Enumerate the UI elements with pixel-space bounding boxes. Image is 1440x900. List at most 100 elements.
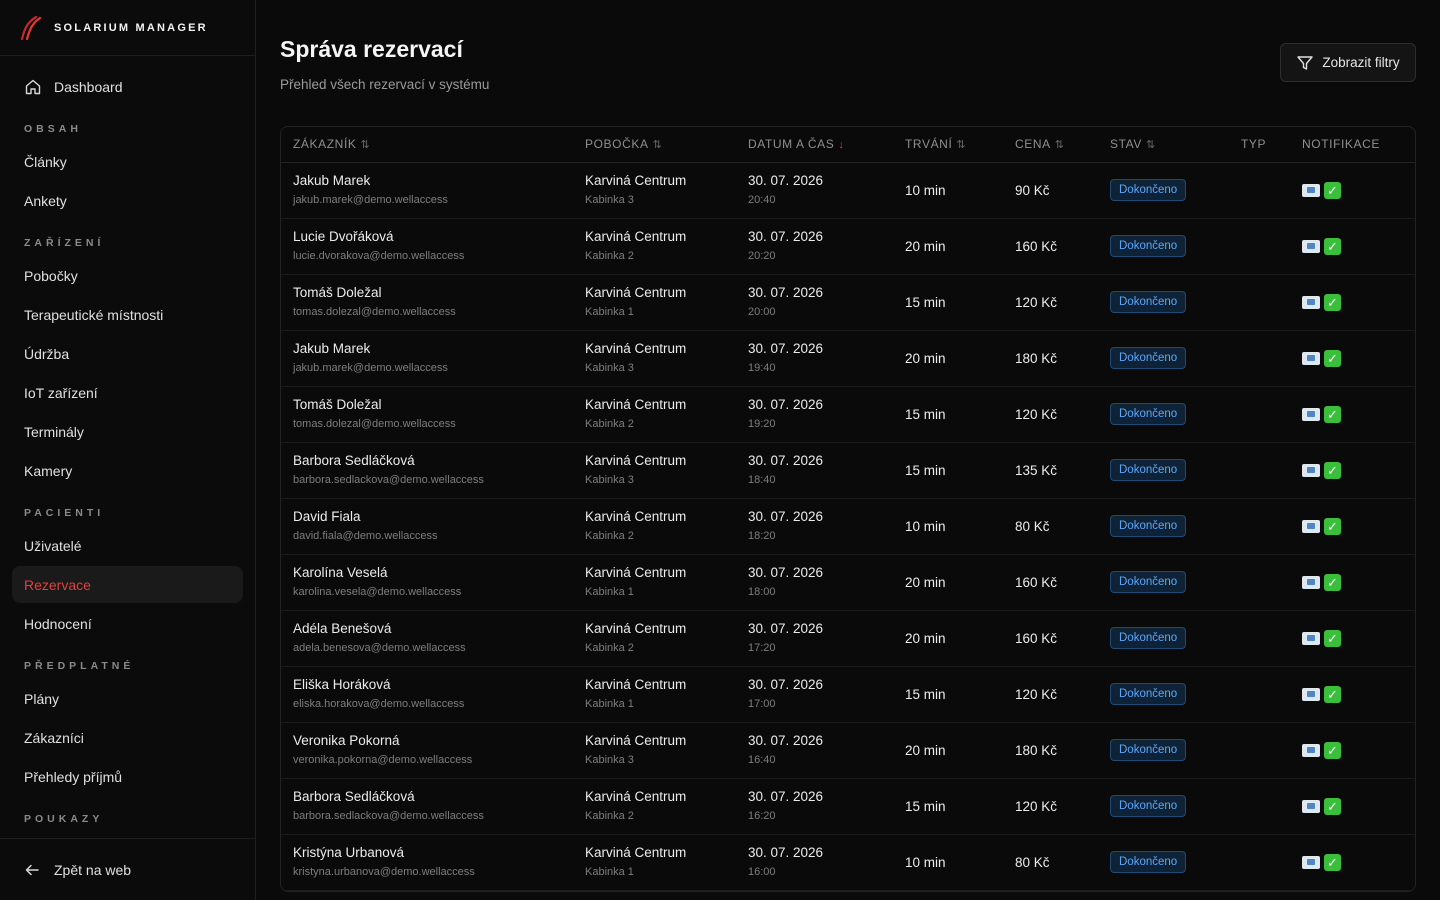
table-row[interactable]: Barbora Sedláčková barbora.sedlackova@dem… xyxy=(281,442,1415,498)
customer-email: tomas.dolezal@demo.wellaccess xyxy=(293,418,456,430)
customer-name: Karolína Veselá xyxy=(293,565,388,580)
price-cell: 80 Kč xyxy=(1015,854,1050,870)
customer-cell: Jakub Marek jakub.marek@demo.wellaccess xyxy=(281,162,573,218)
column-header[interactable]: TRVÁNÍ ⇅ xyxy=(893,127,1003,163)
datetime-cell: 30. 07. 2026 16:00 xyxy=(736,834,893,890)
table-row[interactable]: Jakub Marek jakub.marek@demo.wellaccess Ka… xyxy=(281,162,1415,218)
sidebar-item-prehledy-prijmu[interactable]: Přehledy příjmů xyxy=(12,758,243,795)
reservation-date: 30. 07. 2026 xyxy=(748,173,824,188)
sidebar-item-terminaly[interactable]: Terminály xyxy=(12,413,243,450)
column-header[interactable]: ZÁKAZNÍK ⇅ xyxy=(281,127,573,163)
table-row[interactable]: Karolína Veselá karolina.vesela@demo.well… xyxy=(281,554,1415,610)
table-body: Jakub Marek jakub.marek@demo.wellaccess Ka… xyxy=(281,162,1415,890)
reservation-time: 19:20 xyxy=(748,418,776,430)
sidebar-item-terapeuticke-mistnosti[interactable]: Terapeutické místnosti xyxy=(12,296,243,333)
table-row[interactable]: Eliška Horáková eliska.horakova@demo.well… xyxy=(281,666,1415,722)
price-cell: 80 Kč xyxy=(1015,518,1050,534)
email-notification-icon xyxy=(1302,407,1320,421)
check-mark-icon: ✓ xyxy=(1324,405,1341,423)
status-cell: Dokončeno xyxy=(1098,330,1229,386)
status-cell: Dokončeno xyxy=(1098,498,1229,554)
customer-cell: Adéla Benešová adela.benesova@demo.wellac… xyxy=(281,610,573,666)
table-row[interactable]: Barbora Sedláčková barbora.sedlackova@dem… xyxy=(281,778,1415,834)
column-header-label: ZÁKAZNÍK xyxy=(293,137,357,152)
sidebar-section-title: POUKAZY xyxy=(24,813,104,825)
show-filters-button[interactable]: Zobrazit filtry xyxy=(1280,43,1416,82)
sidebar-item-plany[interactable]: Plány xyxy=(12,680,243,717)
column-header[interactable]: STAV ⇅ xyxy=(1098,127,1229,163)
reservation-date: 30. 07. 2026 xyxy=(748,397,824,412)
table-row[interactable]: Kristýna Urbanová kristyna.urbanova@demo.… xyxy=(281,834,1415,890)
email-notification-icon xyxy=(1302,687,1320,701)
table-row[interactable]: Tomáš Doležal tomas.dolezal@demo.wellacce… xyxy=(281,274,1415,330)
email-notification-icon xyxy=(1302,463,1320,477)
check-mark-icon: ✓ xyxy=(1324,237,1341,255)
branch-name: Karviná Centrum xyxy=(585,173,687,188)
sidebar-item-pobocky[interactable]: Pobočky xyxy=(12,257,243,294)
reservation-date: 30. 07. 2026 xyxy=(748,509,824,524)
sidebar-item-hodnoceni[interactable]: Hodnocení xyxy=(12,605,243,642)
back-to-web-link[interactable]: Zpět na web xyxy=(0,838,255,900)
customer-email: barbora.sedlackova@demo.wellaccess xyxy=(293,474,484,486)
sort-desc-icon: ↓ xyxy=(838,139,845,152)
check-mark-icon: ✓ xyxy=(1324,517,1341,535)
customer-name: Barbora Sedláčková xyxy=(293,789,415,804)
sidebar-item-label: Zákazníci xyxy=(24,729,84,746)
notification-icons: ✓ xyxy=(1302,685,1415,703)
table-row[interactable]: David Fiala david.fiala@demo.wellaccess Ka… xyxy=(281,498,1415,554)
notification-cell: ✓ xyxy=(1290,498,1415,554)
status-badge: Dokončeno xyxy=(1110,571,1187,593)
sidebar-item-rezervace[interactable]: Rezervace xyxy=(12,566,243,603)
brand[interactable]: SOLARIUM MANAGER xyxy=(0,0,255,56)
reservation-time: 17:20 xyxy=(748,642,776,654)
sidebar-item-label: Terapeutické místnosti xyxy=(24,306,164,323)
column-header[interactable]: DATUM A ČAS ↓ xyxy=(736,127,893,163)
email-notification-icon xyxy=(1302,575,1320,589)
show-filters-label: Zobrazit filtry xyxy=(1322,55,1400,70)
back-to-web-label: Zpět na web xyxy=(54,861,132,878)
table-row[interactable]: Adéla Benešová adela.benesova@demo.wellac… xyxy=(281,610,1415,666)
cabin-name: Kabinka 1 xyxy=(585,698,634,710)
status-badge: Dokončeno xyxy=(1110,291,1187,313)
sidebar-item-zakaznici[interactable]: Zákazníci xyxy=(12,719,243,756)
cabin-name: Kabinka 1 xyxy=(585,306,634,318)
customer-email: jakub.marek@demo.wellaccess xyxy=(293,194,448,206)
column-header[interactable]: POBOČKA ⇅ xyxy=(573,127,736,163)
duration-cell: 20 min xyxy=(905,350,946,366)
status-cell: Dokončeno xyxy=(1098,442,1229,498)
duration-cell: 15 min xyxy=(905,406,946,422)
notification-icons: ✓ xyxy=(1302,237,1415,255)
check-mark-icon: ✓ xyxy=(1324,573,1341,591)
table-row[interactable]: Lucie Dvořáková lucie.dvorakova@demo.well… xyxy=(281,218,1415,274)
duration-cell: 10 min xyxy=(905,518,946,534)
status-cell: Dokončeno xyxy=(1098,666,1229,722)
sidebar-item-iot-zarizeni[interactable]: IoT zařízení xyxy=(12,374,243,411)
table-row[interactable]: Tomáš Doležal tomas.dolezal@demo.wellacce… xyxy=(281,386,1415,442)
status-badge: Dokončeno xyxy=(1110,179,1187,201)
status-cell: Dokončeno xyxy=(1098,778,1229,834)
sort-icon: ⇅ xyxy=(652,139,663,152)
sidebar-item-udrzba[interactable]: Údržba xyxy=(12,335,243,372)
sidebar-item-ankety[interactable]: Ankety xyxy=(12,182,243,219)
customer-name: Tomáš Doležal xyxy=(293,285,382,300)
sidebar-item-kamery[interactable]: Kamery xyxy=(12,452,243,489)
sidebar-item-dashboard[interactable]: Dashboard xyxy=(12,68,243,105)
customer-name: Eliška Horáková xyxy=(293,677,391,692)
price-cell: 180 Kč xyxy=(1015,742,1058,758)
customer-name: Jakub Marek xyxy=(293,173,371,188)
sidebar: SOLARIUM MANAGER Dashboard OBSAH Články An… xyxy=(0,0,256,900)
status-badge: Dokončeno xyxy=(1110,347,1187,369)
sidebar-item-uzivatele[interactable]: Uživatelé xyxy=(12,527,243,564)
table-row[interactable]: Jakub Marek jakub.marek@demo.wellaccess Ka… xyxy=(281,330,1415,386)
sidebar-section-title: PACIENTI xyxy=(24,507,105,519)
cabin-name: Kabinka 1 xyxy=(585,586,634,598)
column-header[interactable]: CENA ⇅ xyxy=(1003,127,1098,163)
branch-cell: Karviná Centrum Kabinka 2 xyxy=(573,218,736,274)
status-cell: Dokončeno xyxy=(1098,162,1229,218)
duration-cell: 20 min xyxy=(905,630,946,646)
status-cell: Dokončeno xyxy=(1098,554,1229,610)
type-cell xyxy=(1229,498,1290,554)
table-row[interactable]: Veronika Pokorná veronika.pokorna@demo.we… xyxy=(281,722,1415,778)
sidebar-item-clanky[interactable]: Články xyxy=(12,143,243,180)
customer-cell: Veronika Pokorná veronika.pokorna@demo.we… xyxy=(281,722,573,778)
